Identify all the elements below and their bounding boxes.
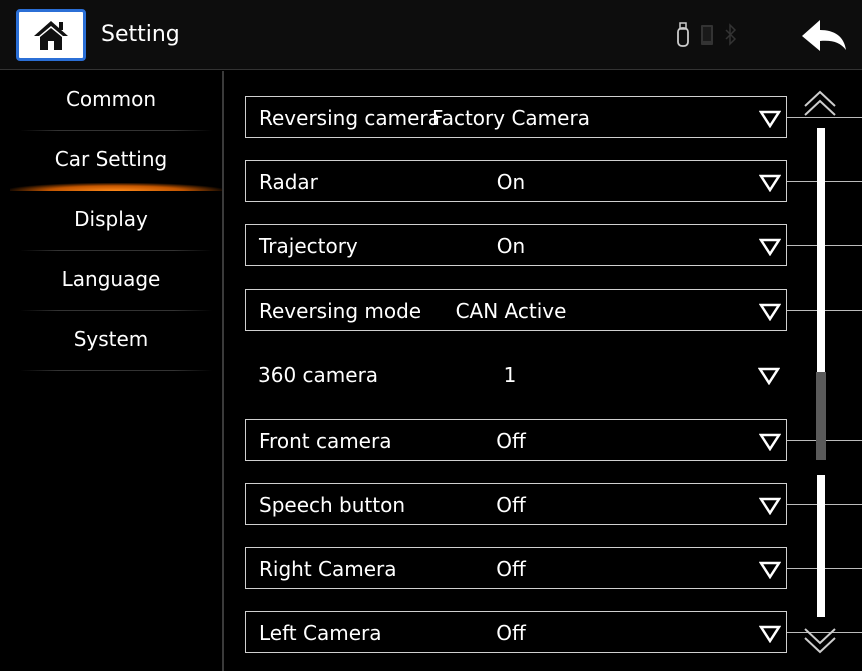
sidebar: Common Car Setting Display Language Syst… <box>0 71 222 671</box>
setting-label: Trajectory <box>259 234 358 258</box>
sidebar-item-label: Display <box>74 207 148 231</box>
setting-row-speech-button[interactable]: Speech button Off <box>245 483 787 525</box>
setting-label: 360 camera <box>258 363 379 387</box>
setting-value: 1 <box>503 363 517 387</box>
setting-value: Off <box>496 557 526 581</box>
setting-value: Factory Camera <box>432 106 590 130</box>
page-title: Setting <box>101 22 180 47</box>
setting-value: Off <box>496 429 526 453</box>
sidebar-item-display[interactable]: Display <box>0 191 222 251</box>
dropdown-arrow-icon[interactable] <box>759 497 781 515</box>
phone-icon <box>700 22 714 52</box>
setting-label: Radar <box>259 170 318 194</box>
header-bar: Setting <box>0 0 862 70</box>
dropdown-arrow-icon[interactable] <box>759 303 781 321</box>
dropdown-arrow-icon[interactable] <box>759 174 781 192</box>
setting-label: Left Camera <box>259 621 382 645</box>
sidebar-item-language[interactable]: Language <box>0 251 222 311</box>
home-icon <box>34 21 68 50</box>
home-button[interactable] <box>16 9 86 61</box>
back-button[interactable] <box>794 14 854 58</box>
usb-icon <box>676 22 690 52</box>
setting-row-left-camera[interactable]: Left Camera Off <box>245 611 787 653</box>
dropdown-arrow-icon[interactable] <box>759 561 781 579</box>
setting-label: Front camera <box>259 429 392 453</box>
scrollbar-track-lower[interactable] <box>817 475 825 617</box>
setting-row-front-camera[interactable]: Front camera Off <box>245 419 787 461</box>
setting-value: On <box>496 234 526 258</box>
active-indicator <box>10 183 222 191</box>
setting-row-radar[interactable]: Radar On <box>245 160 787 202</box>
dropdown-arrow-icon[interactable] <box>759 433 781 451</box>
scrollbar-thumb[interactable] <box>816 372 826 460</box>
setting-row-right-camera[interactable]: Right Camera Off <box>245 547 787 589</box>
sidebar-item-label: Language <box>61 267 161 291</box>
sidebar-item-label: System <box>73 327 149 351</box>
setting-value: Off <box>496 493 526 517</box>
setting-row-trajectory[interactable]: Trajectory On <box>245 224 787 266</box>
scroll-up-icon[interactable] <box>800 88 840 122</box>
sidebar-item-car-setting[interactable]: Car Setting <box>0 131 222 191</box>
sidebar-item-system[interactable]: System <box>0 311 222 371</box>
bluetooth-icon <box>724 22 738 52</box>
dropdown-arrow-icon[interactable] <box>759 110 781 128</box>
sidebar-item-label: Car Setting <box>54 147 168 171</box>
setting-value: Off <box>496 621 526 645</box>
dropdown-arrow-icon[interactable] <box>759 238 781 256</box>
setting-row-360-camera[interactable]: 360 camera 1 <box>245 354 787 396</box>
dropdown-arrow-icon[interactable] <box>759 625 781 643</box>
setting-row-reversing-mode[interactable]: Reversing mode CAN Active <box>245 289 787 331</box>
sidebar-item-label: Common <box>65 87 157 111</box>
sidebar-divider <box>222 71 224 671</box>
setting-value: CAN Active <box>455 299 567 323</box>
back-arrow-icon <box>802 20 846 51</box>
dropdown-arrow-icon[interactable] <box>758 367 780 385</box>
scrollbar-track-upper[interactable] <box>817 128 825 372</box>
setting-row-reversing-camera[interactable]: Reversing camera Factory Camera <box>245 96 787 138</box>
sidebar-item-common[interactable]: Common <box>0 71 222 131</box>
divider <box>20 370 212 371</box>
setting-value: On <box>496 170 526 194</box>
scroll-down-icon[interactable] <box>800 622 840 656</box>
